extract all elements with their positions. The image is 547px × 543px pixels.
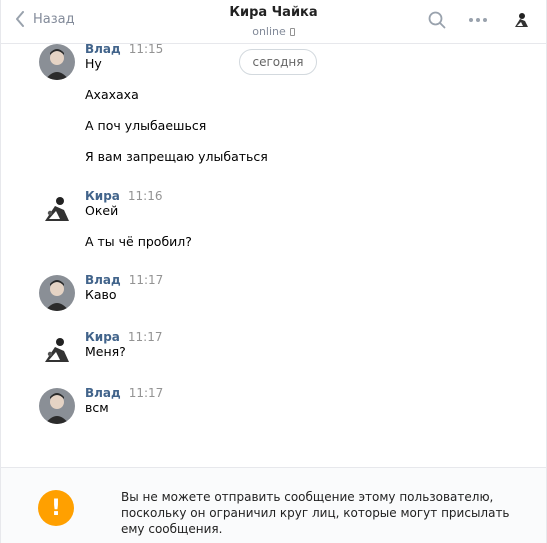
- message-text: Каво: [85, 287, 117, 302]
- avatar[interactable]: [39, 44, 75, 80]
- avatar[interactable]: [39, 191, 75, 227]
- status-text: online: [252, 25, 286, 38]
- header-actions: [428, 9, 532, 31]
- message-author[interactable]: Влад: [85, 386, 121, 400]
- message-text: Ну: [85, 56, 102, 71]
- notice-text: Вы не можете отправить сообщение этому п…: [121, 490, 510, 536]
- message-list[interactable]: сегодня Влад 11:15 Ну Ахахаха А поч улыб…: [1, 44, 546, 466]
- message-time[interactable]: 11:17: [129, 273, 164, 287]
- message-author[interactable]: Влад: [85, 44, 121, 56]
- message-text: Я вам запрещаю улыбаться: [85, 149, 268, 164]
- warning-icon: !: [38, 490, 74, 526]
- message-body: Кира 11:17 Меня?: [85, 330, 163, 360]
- more-icon[interactable]: [468, 17, 488, 23]
- chat-window: Назад Кира Чайка online сегодня Влад 11:…: [0, 0, 547, 543]
- message-time[interactable]: 11:16: [128, 189, 163, 203]
- message-text: А поч улыбаешься: [85, 118, 207, 133]
- online-status: online: [252, 25, 295, 38]
- message-time[interactable]: 11:15: [129, 44, 164, 56]
- message-author[interactable]: Влад: [85, 273, 121, 287]
- message-time[interactable]: 11:17: [129, 386, 164, 400]
- avatar[interactable]: [39, 332, 75, 368]
- message-text: Ахахаха: [85, 87, 139, 102]
- message-author[interactable]: Кира: [85, 189, 120, 203]
- message-author[interactable]: Кира: [85, 330, 120, 344]
- chat-header: Назад Кира Чайка online: [1, 0, 546, 44]
- message-body: Влад 11:17 Каво: [85, 273, 163, 303]
- message-time[interactable]: 11:17: [128, 330, 163, 344]
- header-avatar[interactable]: [510, 9, 532, 31]
- search-icon[interactable]: [428, 11, 446, 29]
- message-body: Влад 11:17 всм: [85, 386, 163, 416]
- message-text: Окей: [85, 203, 119, 218]
- blocked-notice: ! Вы не можете отправить сообщение этому…: [1, 467, 546, 543]
- message-body: Влад 11:15 Ну Ахахаха А поч улыбаешься Я…: [85, 44, 268, 165]
- avatar[interactable]: [39, 275, 75, 311]
- mobile-phone-icon: [289, 27, 295, 36]
- message-text: А ты чё пробил?: [85, 234, 192, 249]
- message-text: Меня?: [85, 344, 126, 359]
- avatar[interactable]: [39, 388, 75, 424]
- message-text: всм: [85, 400, 109, 415]
- message-body: Кира 11:16 Окей А ты чё пробил?: [85, 189, 192, 250]
